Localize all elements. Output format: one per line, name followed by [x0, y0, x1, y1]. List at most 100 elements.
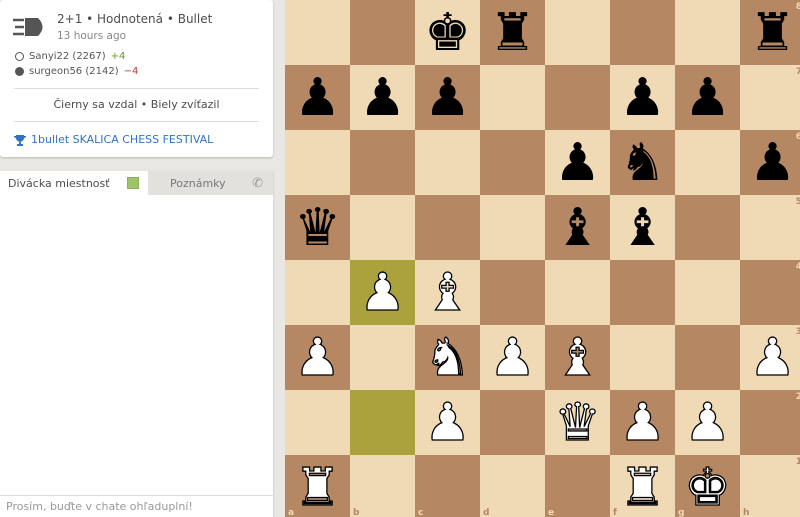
black-pawn-icon[interactable]: ♟	[554, 137, 601, 189]
white-player-name[interactable]: Sanyi22 (2267)	[29, 51, 106, 62]
square-h8[interactable]: ♜ 8	[740, 0, 800, 65]
square-c6[interactable]	[415, 130, 480, 195]
square-g3[interactable]	[675, 325, 740, 390]
square-c7[interactable]: ♟	[415, 65, 480, 130]
square-f7[interactable]: ♟	[610, 65, 675, 130]
square-d3[interactable]: ♟	[480, 325, 545, 390]
square-g5[interactable]	[675, 195, 740, 260]
square-a5[interactable]: ♛	[285, 195, 350, 260]
square-e4[interactable]	[545, 260, 610, 325]
square-b1[interactable]: b	[350, 455, 415, 517]
white-rook-icon[interactable]: ♜	[294, 461, 342, 514]
square-f1[interactable]: ♜ f	[610, 455, 675, 517]
square-d1[interactable]: d	[480, 455, 545, 517]
black-pawn-icon[interactable]: ♟	[749, 137, 796, 189]
square-h3[interactable]: ♟ 3	[740, 325, 800, 390]
square-b5[interactable]	[350, 195, 415, 260]
square-a2[interactable]	[285, 390, 350, 455]
square-e1[interactable]: e	[545, 455, 610, 517]
square-h7[interactable]: 7	[740, 65, 800, 130]
square-b2[interactable]	[350, 390, 415, 455]
square-d4[interactable]	[480, 260, 545, 325]
square-b3[interactable]	[350, 325, 415, 390]
white-pawn-icon[interactable]: ♟	[424, 396, 472, 449]
square-c5[interactable]	[415, 195, 480, 260]
white-pawn-icon[interactable]: ♟	[684, 396, 732, 449]
square-a4[interactable]	[285, 260, 350, 325]
chat-input[interactable]: Prosím, buďte v chate ohľaduplní!	[0, 495, 273, 517]
square-g8[interactable]	[675, 0, 740, 65]
square-b8[interactable]	[350, 0, 415, 65]
square-h6[interactable]: ♟ 6	[740, 130, 800, 195]
white-king-icon[interactable]: ♚	[684, 461, 732, 514]
phone-icon[interactable]: ✆	[252, 176, 263, 191]
chat-toggle-checkbox[interactable]	[127, 177, 139, 189]
square-e3[interactable]: ♝	[545, 325, 610, 390]
square-d5[interactable]	[480, 195, 545, 260]
square-e6[interactable]: ♟	[545, 130, 610, 195]
square-h5[interactable]: 5	[740, 195, 800, 260]
square-a3[interactable]: ♟	[285, 325, 350, 390]
square-d2[interactable]	[480, 390, 545, 455]
square-h2[interactable]: 2	[740, 390, 800, 455]
white-bishop-icon[interactable]: ♝	[424, 266, 472, 319]
white-bishop-icon[interactable]: ♝	[554, 331, 602, 384]
tournament-link[interactable]: 1bullet SKALICA CHESS FESTIVAL	[14, 133, 213, 146]
square-d6[interactable]	[480, 130, 545, 195]
square-f8[interactable]	[610, 0, 675, 65]
square-e8[interactable]	[545, 0, 610, 65]
square-e2[interactable]: ♛	[545, 390, 610, 455]
black-pawn-icon[interactable]: ♟	[424, 72, 471, 124]
square-e7[interactable]	[545, 65, 610, 130]
square-d7[interactable]	[480, 65, 545, 130]
square-h1[interactable]: h1	[740, 455, 800, 517]
black-pawn-icon[interactable]: ♟	[619, 72, 666, 124]
square-c1[interactable]: c	[415, 455, 480, 517]
white-pawn-icon[interactable]: ♟	[749, 331, 797, 384]
square-g2[interactable]: ♟	[675, 390, 740, 455]
square-g7[interactable]: ♟	[675, 65, 740, 130]
white-pawn-icon[interactable]: ♟	[359, 266, 407, 319]
square-a1[interactable]: ♜ a	[285, 455, 350, 517]
square-h4[interactable]: 4	[740, 260, 800, 325]
white-pawn-icon[interactable]: ♟	[294, 331, 342, 384]
black-bishop-icon[interactable]: ♝	[554, 202, 601, 254]
square-d8[interactable]: ♜	[480, 0, 545, 65]
white-player[interactable]: Sanyi22 (2267) +4	[15, 51, 125, 62]
square-a8[interactable]	[285, 0, 350, 65]
tab-notes[interactable]: Poznámky ✆	[148, 171, 273, 195]
square-a6[interactable]	[285, 130, 350, 195]
black-pawn-icon[interactable]: ♟	[684, 72, 731, 124]
black-bishop-icon[interactable]: ♝	[619, 202, 666, 254]
square-f4[interactable]	[610, 260, 675, 325]
black-pawn-icon[interactable]: ♟	[359, 72, 406, 124]
square-b7[interactable]: ♟	[350, 65, 415, 130]
square-f5[interactable]: ♝	[610, 195, 675, 260]
square-f2[interactable]: ♟	[610, 390, 675, 455]
black-knight-icon[interactable]: ♞	[619, 137, 666, 189]
black-player-name[interactable]: surgeon56 (2142)	[29, 66, 119, 77]
tab-spectator-room[interactable]: Divácka miestnosť	[0, 171, 148, 195]
black-rook-icon[interactable]: ♜	[749, 7, 796, 59]
square-c2[interactable]: ♟	[415, 390, 480, 455]
white-pawn-icon[interactable]: ♟	[619, 396, 667, 449]
square-c8[interactable]: ♚	[415, 0, 480, 65]
black-pawn-icon[interactable]: ♟	[294, 72, 341, 124]
white-rook-icon[interactable]: ♜	[619, 461, 667, 514]
square-f6[interactable]: ♞	[610, 130, 675, 195]
square-c4[interactable]: ♝	[415, 260, 480, 325]
black-player[interactable]: surgeon56 (2142) −4	[15, 66, 138, 77]
chess-board[interactable]: ♚ ♜ ♜ 8 ♟ ♟ ♟ ♟ ♟ 7 ♟ ♞ ♟ 6 ♛ ♝ ♝ 5 ♟ ♝ 4 ♟ ♞ ♟ ♝ ♟ 3 ♟ ♛ ♟ ♟ 2 ♜ a b c d e ♜ f…	[285, 0, 800, 517]
white-queen-icon[interactable]: ♛	[554, 396, 602, 449]
white-knight-icon[interactable]: ♞	[424, 331, 472, 384]
square-e5[interactable]: ♝	[545, 195, 610, 260]
tournament-name[interactable]: 1bullet SKALICA CHESS FESTIVAL	[31, 133, 213, 146]
white-pawn-icon[interactable]: ♟	[489, 331, 537, 384]
square-g1[interactable]: ♚ g	[675, 455, 740, 517]
black-king-icon[interactable]: ♚	[424, 7, 471, 59]
square-c3[interactable]: ♞	[415, 325, 480, 390]
black-queen-icon[interactable]: ♛	[294, 202, 341, 254]
square-f3[interactable]	[610, 325, 675, 390]
square-b6[interactable]	[350, 130, 415, 195]
square-g6[interactable]	[675, 130, 740, 195]
